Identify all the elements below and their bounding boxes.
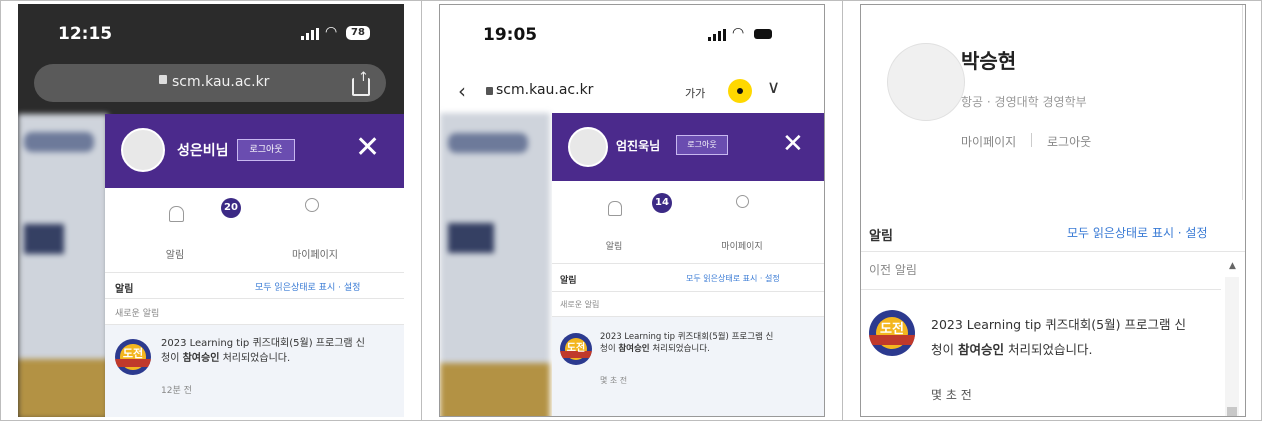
text-size-button[interactable]: 가가 bbox=[685, 85, 705, 101]
section-prev-label: 이전 알림 bbox=[869, 263, 917, 277]
tab-mypage[interactable]: 마이페이지 bbox=[692, 239, 792, 252]
notification-time: 몇 초 전 bbox=[931, 388, 972, 402]
notification-line-2: 청이 참여승인 처리되었습니다. bbox=[600, 344, 710, 355]
tab-alert[interactable]: 알림 bbox=[574, 239, 654, 252]
approved-text: 참여승인 bbox=[618, 344, 650, 355]
bell-icon[interactable] bbox=[608, 201, 622, 216]
user-name: 성은비님 bbox=[177, 143, 229, 159]
scroll-edge bbox=[1242, 5, 1243, 200]
notification-line-2: 청이 참여승인 처리되었습니다. bbox=[161, 352, 291, 364]
approved-text: 참여승인 bbox=[957, 342, 1004, 357]
mark-all-read-link[interactable]: 모두 읽은상태로 표시 · 설정 bbox=[686, 273, 780, 284]
divider-2 bbox=[842, 0, 843, 421]
divider-left bbox=[0, 0, 1, 421]
lock-icon bbox=[159, 75, 167, 84]
notification-line-2: 청이 참여승인 처리되었습니다. bbox=[931, 342, 1093, 357]
notification-badge: 14 bbox=[652, 193, 672, 213]
url-text[interactable]: scm.kau.ac.kr bbox=[496, 82, 593, 98]
logout-button[interactable]: 로그아웃 bbox=[676, 135, 728, 155]
mypage-icon[interactable] bbox=[736, 195, 749, 208]
notifications-header: 알림 bbox=[869, 229, 893, 244]
screenshot-3: 박승현 항공 · 경영대학 경영학부 마이페이지 로그아웃 알림 모두 읽은상태… bbox=[860, 4, 1246, 417]
avatar bbox=[121, 128, 165, 172]
logout-button[interactable]: 로그아웃 bbox=[237, 139, 295, 161]
notification-time: 12분 전 bbox=[161, 386, 192, 396]
mark-all-read-link[interactable]: 모두 읽은상태로 표시 · 설정 bbox=[255, 280, 360, 293]
notification-message: 2023 Learning tip 퀴즈대회(5월) 프로그램 신 청이 참여승… bbox=[931, 312, 1221, 362]
notification-item[interactable]: 도전 2023 Learning tip 퀴즈대회(5월) 프로그램 신 청이 … bbox=[552, 317, 824, 416]
approved-text: 참여승인 bbox=[182, 352, 220, 364]
notification-badge: 20 bbox=[221, 198, 241, 218]
logout-link[interactable]: 로그아웃 bbox=[1047, 133, 1091, 150]
user-menu: 성은비님 로그아웃 ✕ 20 알림 마이페이지 알림 모두 읽은상태로 표시 ·… bbox=[105, 114, 404, 417]
extension-icon[interactable] bbox=[728, 79, 752, 103]
user-menu: 엄진욱님 로그아웃 ✕ 14 알림 마이페이지 알림 모두 읽은상태로 표시 ·… bbox=[552, 113, 824, 416]
mark-all-read-link[interactable]: 모두 읽은상태로 표시 · 설정 bbox=[1067, 224, 1208, 241]
signal-icon bbox=[708, 29, 726, 41]
tab-mypage[interactable]: 마이페이지 bbox=[265, 246, 365, 261]
profile-department: 항공 · 경영대학 경영학부 bbox=[961, 95, 1087, 109]
wifi-icon: ◠ bbox=[732, 25, 745, 41]
page-background bbox=[440, 113, 550, 416]
battery-indicator: 78 bbox=[346, 26, 370, 40]
scrollbar-track[interactable] bbox=[1225, 277, 1239, 416]
program-logo: 도전 bbox=[560, 333, 592, 365]
notification-line-1: 2023 Learning tip 퀴즈대회(5월) 프로그램 신 bbox=[931, 317, 1186, 332]
lock-icon bbox=[486, 87, 493, 95]
notification-message: 2023 Learning tip 퀴즈대회(5월) 프로그램 신 청이 참여승… bbox=[161, 337, 401, 366]
status-time: 19:05 bbox=[483, 25, 538, 45]
notification-item[interactable]: 도전 2023 Learning tip 퀴즈대회(5월) 프로그램 신 청이 … bbox=[861, 290, 1223, 416]
chevron-down-icon[interactable]: ∨ bbox=[767, 77, 780, 98]
screenshot-2: 19:05 ◠ ‹ scm.kau.ac.kr 가가 ∨ 엄진욱님 로그아웃 ✕… bbox=[439, 4, 825, 417]
notification-message: 2023 Learning tip 퀴즈대회(5월) 프로그램 신 청이 참여승… bbox=[600, 331, 822, 356]
notification-line-1: 2023 Learning tip 퀴즈대회(5월) 프로그램 신 bbox=[600, 332, 774, 342]
top-border bbox=[0, 0, 1262, 1]
program-logo: 도전 bbox=[869, 310, 915, 356]
signal-icon bbox=[301, 28, 319, 40]
battery-level: 78 bbox=[351, 27, 365, 38]
divider-1 bbox=[421, 0, 422, 421]
profile-avatar bbox=[887, 43, 965, 121]
profile-name: 박승현 bbox=[961, 49, 1017, 73]
notification-time: 몇 초 전 bbox=[600, 376, 628, 385]
wifi-icon: ◠ bbox=[325, 24, 338, 40]
scrollbar-thumb[interactable] bbox=[1227, 407, 1237, 416]
close-icon[interactable]: ✕ bbox=[355, 130, 380, 165]
battery-icon bbox=[754, 29, 772, 39]
notification-item[interactable]: 도전 2023 Learning tip 퀴즈대회(5월) 프로그램 신 청이 … bbox=[105, 325, 404, 417]
notification-line-1: 2023 Learning tip 퀴즈대회(5월) 프로그램 신 bbox=[161, 338, 365, 349]
page-background bbox=[18, 114, 108, 417]
back-icon[interactable]: ‹ bbox=[458, 79, 466, 103]
section-new-label: 새로운 알림 bbox=[560, 300, 600, 309]
program-logo: 도전 bbox=[115, 339, 151, 375]
screenshot-1: 12:15 ◠ 78 scm.kau.ac.kr ↑ 성은비님 로그아웃 ✕ 2… bbox=[18, 4, 404, 417]
scroll-up-icon[interactable]: ▲ bbox=[1229, 261, 1236, 271]
mypage-link[interactable]: 마이페이지 bbox=[961, 133, 1016, 150]
url-text: scm.kau.ac.kr bbox=[172, 74, 270, 90]
tab-alert[interactable]: 알림 bbox=[135, 246, 215, 261]
url-bar[interactable]: scm.kau.ac.kr ↑ bbox=[34, 64, 386, 102]
close-icon[interactable]: ✕ bbox=[782, 129, 804, 159]
notifications-header: 알림 bbox=[560, 276, 577, 286]
section-new-label: 새로운 알림 bbox=[115, 309, 160, 319]
user-name: 엄진욱님 bbox=[616, 139, 661, 153]
mypage-icon[interactable] bbox=[305, 198, 319, 212]
bell-icon[interactable] bbox=[169, 206, 184, 222]
link-separator bbox=[1031, 133, 1032, 147]
avatar bbox=[568, 127, 608, 167]
status-time: 12:15 bbox=[58, 24, 113, 44]
notifications-header: 알림 bbox=[115, 284, 134, 295]
